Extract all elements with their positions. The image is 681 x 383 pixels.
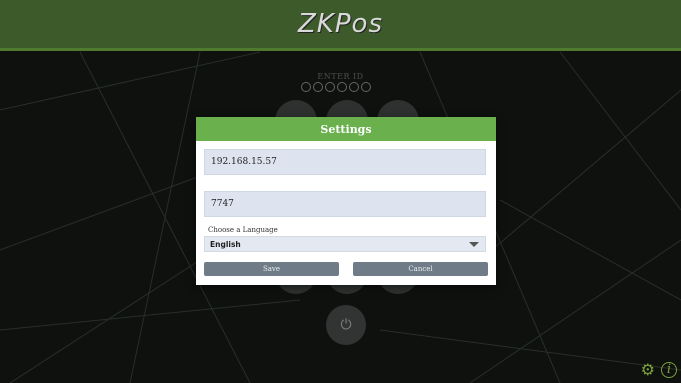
language-value: English — [210, 239, 241, 249]
settings-dialog: Settings 192.168.15.57 7747 Choose a Lan… — [196, 117, 496, 285]
chevron-down-icon — [469, 242, 479, 247]
app-root: ZKPos ENTER ID ⏻ ⚙ i Settings 192.168.15… — [0, 0, 681, 383]
dialog-title: Settings — [196, 117, 496, 141]
server-ip-field[interactable]: 192.168.15.57 — [204, 149, 486, 175]
cancel-button[interactable]: Cancel — [353, 262, 488, 276]
bottom-right-icons: ⚙ i — [641, 360, 677, 379]
port-field[interactable]: 7747 — [204, 191, 486, 217]
language-label: Choose a Language — [208, 226, 278, 234]
gear-icon[interactable]: ⚙ — [641, 360, 655, 379]
language-select[interactable]: English — [204, 236, 486, 252]
info-icon[interactable]: i — [661, 361, 677, 378]
save-button[interactable]: Save — [204, 262, 339, 276]
